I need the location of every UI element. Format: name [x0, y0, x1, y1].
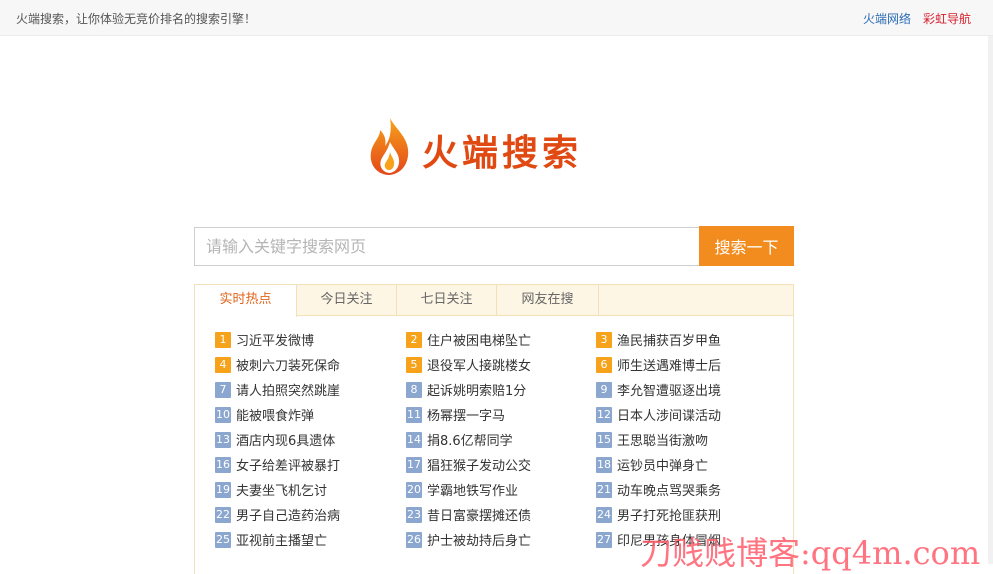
hot-item[interactable]: 20 学霸地铁写作业 [406, 480, 518, 500]
logo-text: 火端搜索 [422, 133, 583, 174]
rank-badge: 15 [596, 431, 612, 448]
rank-badge: 8 [406, 381, 422, 398]
watermark: 刀贱贱博客:qq4m.com [640, 534, 981, 572]
hot-item[interactable]: 15 王思聪当街激吻 [596, 430, 708, 450]
rank-badge: 23 [406, 506, 422, 523]
hot-item-text[interactable]: 起诉姚明索赔1分 [427, 384, 526, 399]
rank-badge: 18 [596, 456, 612, 473]
hot-item[interactable]: 7 请人拍照突然跳崖 [215, 380, 340, 400]
tab-today-focus[interactable]: 今日关注 [297, 285, 397, 316]
hot-item-text[interactable]: 师生送遇难博士后 [617, 359, 721, 374]
hot-item[interactable]: 21 动车晚点骂哭乘务 [596, 480, 721, 500]
rank-badge: 20 [406, 481, 422, 498]
hot-item-text[interactable]: 被刺六刀装死保命 [236, 359, 340, 374]
hot-item-text[interactable]: 李允智遭驱逐出境 [617, 384, 721, 399]
tab-netizens-searching[interactable]: 网友在搜 [497, 285, 599, 316]
rank-badge: 19 [215, 481, 231, 498]
hot-item-text[interactable]: 渔民捕获百岁甲鱼 [617, 334, 721, 349]
top-bar: 火端搜索，让你体验无竞价排名的搜索引擎！ 火端网络 彩虹导航 [0, 0, 993, 36]
tab-bar: 实时热点 今日关注 七日关注 网友在搜 [195, 285, 793, 317]
hot-item[interactable]: 12 日本人涉间谍活动 [596, 405, 721, 425]
hot-item-text[interactable]: 动车晚点骂哭乘务 [617, 484, 721, 499]
hot-item[interactable]: 10 能被喂食炸弹 [215, 405, 314, 425]
hot-item[interactable]: 5 退役军人接跳楼女 [406, 355, 531, 375]
rank-badge: 16 [215, 456, 231, 473]
hot-item-text[interactable]: 退役军人接跳楼女 [427, 359, 531, 374]
hot-item-text[interactable]: 运钞员中弹身亡 [617, 459, 708, 474]
hot-item[interactable]: 25 亚视前主播望亡 [215, 530, 327, 550]
rank-badge: 21 [596, 481, 612, 498]
rank-badge: 10 [215, 406, 231, 423]
rank-badge: 7 [215, 381, 231, 398]
rank-badge: 6 [596, 356, 612, 373]
hot-item[interactable]: 24 男子打死抢匪获刑 [596, 505, 721, 525]
hot-item[interactable]: 17 猖狂猴子发动公交 [406, 455, 531, 475]
hot-item[interactable]: 2 住户被困电梯坠亡 [406, 330, 531, 350]
hot-item[interactable]: 6 师生送遇难博士后 [596, 355, 721, 375]
rank-badge: 26 [406, 531, 422, 548]
hot-item-text[interactable]: 男子自己造药治病 [236, 509, 340, 524]
hot-item-text[interactable]: 杨幂摆一字马 [427, 409, 505, 424]
site-logo[interactable]: 火端搜索 [366, 112, 626, 178]
rank-badge: 13 [215, 431, 231, 448]
hot-item[interactable]: 11 杨幂摆一字马 [406, 405, 505, 425]
hot-item-text[interactable]: 护士被劫持后身亡 [427, 534, 531, 549]
rank-badge: 5 [406, 356, 422, 373]
hot-item-text[interactable]: 请人拍照突然跳崖 [236, 384, 340, 399]
rank-badge: 14 [406, 431, 422, 448]
hot-item[interactable]: 13 酒店内现6具遗体 [215, 430, 335, 450]
tab-seven-day-focus[interactable]: 七日关注 [397, 285, 497, 316]
hot-item-text[interactable]: 学霸地铁写作业 [427, 484, 518, 499]
hot-item-text[interactable]: 日本人涉间谍活动 [617, 409, 721, 424]
rank-badge: 2 [406, 331, 422, 348]
hot-item[interactable]: 9 李允智遭驱逐出境 [596, 380, 721, 400]
hot-item[interactable]: 19 夫妻坐飞机乞讨 [215, 480, 327, 500]
hot-item[interactable]: 23 昔日富豪摆摊还债 [406, 505, 531, 525]
hot-item[interactable]: 3 渔民捕获百岁甲鱼 [596, 330, 721, 350]
hot-item[interactable]: 16 女子给差评被暴打 [215, 455, 340, 475]
hot-item[interactable]: 14 捐8.6亿帮同学 [406, 430, 513, 450]
hot-item[interactable]: 26 护士被劫持后身亡 [406, 530, 531, 550]
hot-item-text[interactable]: 酒店内现6具遗体 [236, 434, 335, 449]
hot-item-text[interactable]: 夫妻坐飞机乞讨 [236, 484, 327, 499]
hot-item-text[interactable]: 女子给差评被暴打 [236, 459, 340, 474]
rank-badge: 1 [215, 331, 231, 348]
search-input[interactable] [194, 227, 699, 266]
hot-item-text[interactable]: 捐8.6亿帮同学 [427, 434, 513, 449]
hot-item-text[interactable]: 王思聪当街激吻 [617, 434, 708, 449]
hot-item-text[interactable]: 习近平发微博 [236, 334, 314, 349]
hot-item-text[interactable]: 能被喂食炸弹 [236, 409, 314, 424]
hot-item-text[interactable]: 亚视前主播望亡 [236, 534, 327, 549]
rank-badge: 17 [406, 456, 422, 473]
hot-item[interactable]: 4 被刺六刀装死保命 [215, 355, 340, 375]
hot-item[interactable]: 22 男子自己造药治病 [215, 505, 340, 525]
hot-item-text[interactable]: 男子打死抢匪获刑 [617, 509, 721, 524]
tab-realtime-hot[interactable]: 实时热点 [195, 285, 297, 317]
rank-badge: 4 [215, 356, 231, 373]
link-huoduan-network[interactable]: 火端网络 [863, 10, 911, 27]
rank-badge: 22 [215, 506, 231, 523]
rank-badge: 3 [596, 331, 612, 348]
hot-item[interactable]: 18 运钞员中弹身亡 [596, 455, 708, 475]
scrollbar[interactable] [988, 36, 993, 564]
rank-badge: 24 [596, 506, 612, 523]
hot-item-text[interactable]: 住户被困电梯坠亡 [427, 334, 531, 349]
rank-badge: 27 [596, 531, 612, 548]
search-button[interactable]: 搜索一下 [699, 226, 794, 266]
rank-badge: 9 [596, 381, 612, 398]
rank-badge: 11 [406, 406, 422, 423]
hot-item[interactable]: 8 起诉姚明索赔1分 [406, 380, 526, 400]
rank-badge: 12 [596, 406, 612, 423]
hot-item[interactable]: 1 习近平发微博 [215, 330, 314, 350]
hot-item-text[interactable]: 昔日富豪摆摊还债 [427, 509, 531, 524]
site-tagline: 火端搜索，让你体验无竞价排名的搜索引擎！ [16, 12, 257, 26]
rank-badge: 25 [215, 531, 231, 548]
flame-icon [370, 118, 409, 175]
link-rainbow-nav[interactable]: 彩虹导航 [923, 10, 971, 27]
hot-item-text[interactable]: 猖狂猴子发动公交 [427, 459, 531, 474]
